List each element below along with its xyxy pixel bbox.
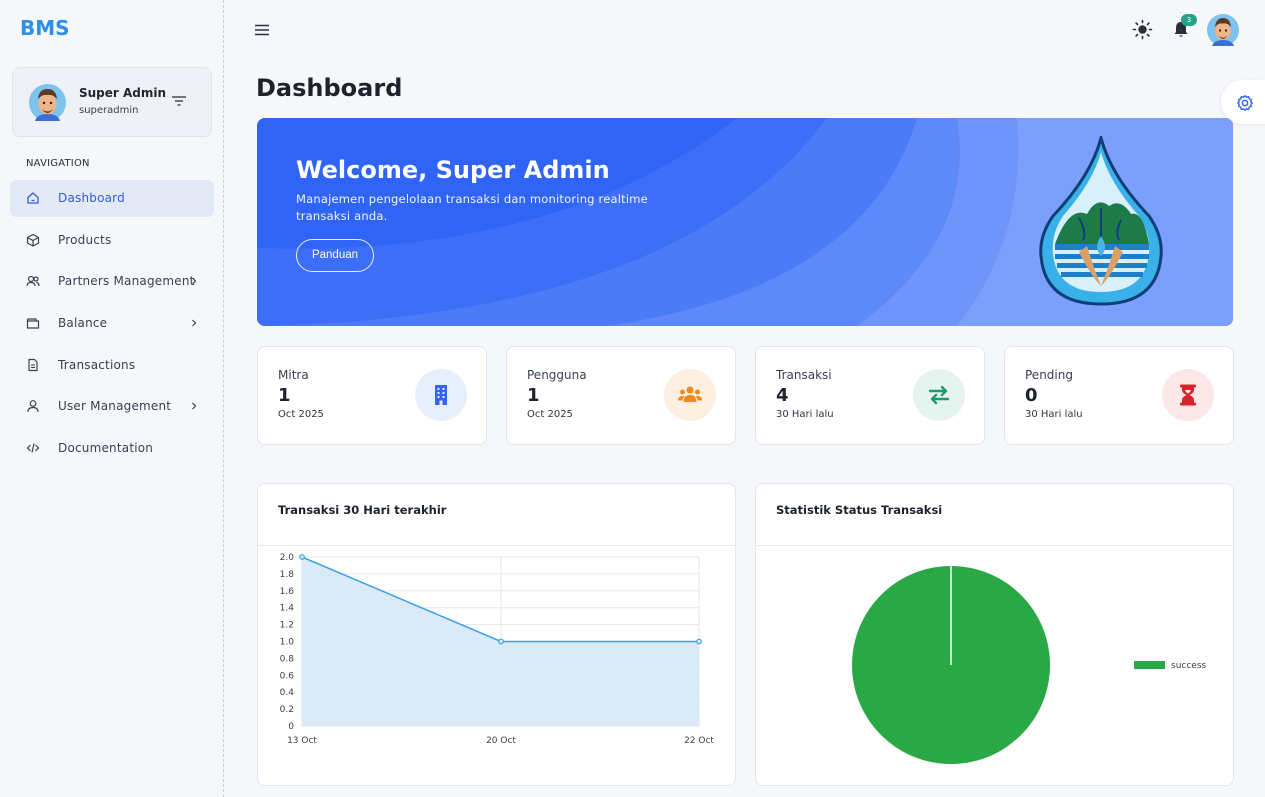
stat-value: 1 <box>278 385 291 406</box>
welcome-title: Welcome, Super Admin <box>296 156 610 184</box>
code-icon <box>26 443 40 453</box>
stat-subtext: 30 Hari lalu <box>1025 409 1083 420</box>
avatar[interactable] <box>1207 14 1239 46</box>
notification-badge: 3 <box>1181 14 1197 26</box>
legend-label: success <box>1171 661 1207 671</box>
stat-card-pengguna: Pengguna 1 Oct 2025 <box>506 346 736 445</box>
stat-label: Pengguna <box>527 368 587 382</box>
sidebar-item-balance[interactable]: Balance <box>10 305 214 342</box>
filter-icon[interactable] <box>171 94 187 108</box>
stat-value: 0 <box>1025 385 1038 406</box>
stat-icon-badge <box>415 369 467 421</box>
y-tick-label: 0.6 <box>280 671 295 681</box>
y-tick-label: 1.6 <box>280 587 295 597</box>
sidebar-item-transactions[interactable]: Transactions <box>10 347 214 384</box>
gear-icon <box>1237 95 1253 111</box>
transfer-icon <box>928 385 950 405</box>
welcome-subtitle: Manajemen pengelolaan transaksi dan moni… <box>296 192 648 223</box>
y-tick-label: 1.0 <box>280 638 295 648</box>
stat-icon-badge <box>1162 369 1214 421</box>
document-icon <box>28 358 38 372</box>
y-tick-label: 0.8 <box>280 654 295 664</box>
users-group-icon <box>678 386 702 402</box>
data-point[interactable] <box>696 638 702 645</box>
sidebar-item-dashboard[interactable]: Dashboard <box>10 180 214 217</box>
stat-value: 1 <box>527 385 540 406</box>
chevron-right-icon <box>192 277 197 285</box>
panel-title: Transaksi 30 Hari terakhir <box>278 503 447 517</box>
panel-title: Statistik Status Transaksi <box>776 503 943 517</box>
sidebar-item-partners-management[interactable]: Partners Management <box>10 263 214 300</box>
stat-subtext: 30 Hari lalu <box>776 409 834 420</box>
stat-subtext: Oct 2025 <box>527 409 573 420</box>
guide-button[interactable]: Panduan <box>296 239 374 272</box>
data-point[interactable] <box>299 554 305 560</box>
sidebar-item-label: Partners Management <box>58 274 195 288</box>
y-tick-label: 1.4 <box>280 604 295 614</box>
sidebar-item-documentation[interactable]: Documentation <box>10 430 214 467</box>
avatar <box>29 84 66 121</box>
home-icon <box>27 192 39 204</box>
chevron-right-icon <box>192 402 197 410</box>
x-tick-label: 13 Oct <box>287 736 317 746</box>
water-drop-logo <box>1039 136 1163 306</box>
users-icon <box>26 275 40 287</box>
menu-toggle-icon[interactable] <box>254 23 270 37</box>
line-chart-panel: Transaksi 30 Hari terakhir 0 0.2 0.4 0.6 0.8… <box>257 483 736 786</box>
stat-subtext: Oct 2025 <box>278 409 324 420</box>
sidebar-item-label: User Management <box>58 399 172 413</box>
building-icon <box>435 385 447 405</box>
sidebar-item-products[interactable]: Products <box>10 222 214 259</box>
stat-icon-badge <box>913 369 965 421</box>
stat-label: Pending <box>1025 368 1073 382</box>
user-card: Super Admin superadmin <box>12 67 212 137</box>
sidebar-item-label: Documentation <box>58 441 154 455</box>
stat-icon-badge <box>664 369 716 421</box>
hourglass-icon <box>1180 384 1196 406</box>
legend-swatch <box>1134 661 1165 669</box>
y-tick-label: 1.8 <box>280 570 295 580</box>
line-chart: 0 0.2 0.4 0.6 0.8 1.0 1.2 1.4 1.6 1.8 2.0 13 Oct 20 … <box>280 553 715 746</box>
y-tick-label: 0.4 <box>280 688 295 698</box>
y-tick-label: 0.2 <box>280 705 294 715</box>
y-tick-label: 1.2 <box>280 621 294 631</box>
x-tick-label: 22 Oct <box>684 736 714 746</box>
stat-value: 4 <box>776 385 789 406</box>
sidebar-item-label: Balance <box>58 316 108 330</box>
pie-chart-panel: Statistik Status Transaksi success <box>755 483 1234 786</box>
stat-label: Transaksi <box>776 368 832 382</box>
wallet-icon <box>26 318 40 329</box>
sidebar: BMS Super Admin superadmin NAVIGATION Da… <box>0 0 224 797</box>
sun-icon[interactable] <box>1132 19 1153 40</box>
sidebar-item-user-management[interactable]: User Management <box>10 388 214 425</box>
user-name: Super Admin <box>79 86 167 100</box>
box-icon <box>26 233 40 247</box>
sidebar-item-label: Products <box>58 233 112 247</box>
x-tick-label: 20 Oct <box>486 736 516 746</box>
chevron-right-icon <box>192 319 197 327</box>
app-logo[interactable]: BMS <box>20 16 70 40</box>
sidebar-item-label: Transactions <box>58 358 136 372</box>
stat-card-transaksi: Transaksi 4 30 Hari lalu <box>755 346 985 445</box>
sidebar-item-label: Dashboard <box>58 191 125 205</box>
user-login: superadmin <box>79 105 139 116</box>
stat-card-pending: Pending 0 30 Hari lalu <box>1004 346 1234 445</box>
user-icon <box>27 400 39 413</box>
y-tick-label: 0 <box>288 722 294 732</box>
nav-heading: NAVIGATION <box>26 158 90 169</box>
stat-label: Mitra <box>278 368 309 382</box>
y-tick-label: 2.0 <box>280 553 295 563</box>
page-title: Dashboard <box>256 74 403 102</box>
stat-card-mitra: Mitra 1 Oct 2025 <box>257 346 487 445</box>
pie-chart: success <box>852 566 1207 764</box>
welcome-banner: Welcome, Super Admin Manajemen pengelola… <box>257 118 1233 326</box>
data-point[interactable] <box>498 638 504 645</box>
